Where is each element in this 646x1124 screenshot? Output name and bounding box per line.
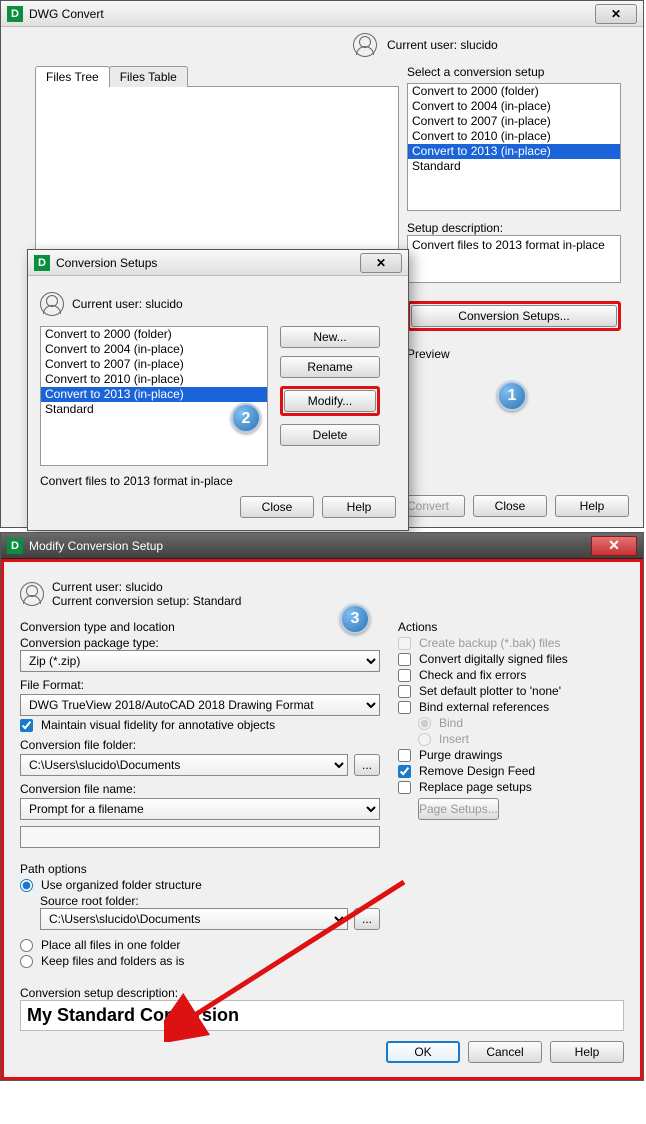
list-item[interactable]: Convert to 2000 (folder) bbox=[408, 84, 620, 99]
user-icon bbox=[40, 292, 64, 316]
close-window-button[interactable]: ✕ bbox=[595, 4, 637, 24]
path-options-heading: Path options bbox=[20, 862, 380, 876]
browse-folder-button[interactable]: ... bbox=[354, 754, 380, 776]
conversion-setup-listbox[interactable]: Convert to 2000 (folder) Convert to 2004… bbox=[407, 83, 621, 211]
create-backup-checkbox: Create backup (*.bak) files bbox=[398, 636, 624, 650]
replace-ps-checkbox[interactable]: Replace page setups bbox=[398, 780, 624, 794]
pkg-type-select[interactable]: Zip (*.zip) bbox=[20, 650, 380, 672]
user-icon bbox=[20, 582, 44, 606]
file-format-select[interactable]: DWG TrueView 2018/AutoCAD 2018 Drawing F… bbox=[20, 694, 380, 716]
modify-button[interactable]: Modify... bbox=[284, 390, 376, 412]
callout-2: 2 bbox=[231, 403, 261, 433]
src-root-select[interactable]: C:\Users\slucido\Documents bbox=[40, 908, 348, 930]
use-organized-radio[interactable]: Use organized folder structure bbox=[20, 878, 380, 892]
pkg-type-label: Conversion package type: bbox=[20, 636, 380, 650]
browse-src-button[interactable]: ... bbox=[354, 908, 380, 930]
conv-setups-titlebar: D Conversion Setups ✕ bbox=[28, 250, 408, 276]
conv-folder-select[interactable]: C:\Users\slucido\Documents bbox=[20, 754, 348, 776]
close-window-button[interactable]: ✕ bbox=[591, 536, 637, 556]
close-window-button[interactable]: ✕ bbox=[360, 253, 402, 273]
ok-button[interactable]: OK bbox=[386, 1041, 460, 1063]
window-title: Modify Conversion Setup bbox=[29, 539, 591, 553]
current-user-label: Current user: slucido bbox=[387, 38, 498, 52]
remove-feed-checkbox[interactable]: Remove Design Feed bbox=[398, 764, 624, 778]
user-icon bbox=[353, 33, 377, 57]
conversion-setups-button[interactable]: Conversion Setups... bbox=[411, 305, 617, 327]
conv-name-select[interactable]: Prompt for a filename bbox=[20, 798, 380, 820]
modify-titlebar: D Modify Conversion Setup ✕ bbox=[1, 533, 643, 559]
keep-asis-radio[interactable]: Keep files and folders as is bbox=[20, 954, 380, 968]
type-location-heading: Conversion type and location bbox=[20, 620, 380, 634]
dwg-convert-titlebar: D DWG Convert ✕ bbox=[1, 1, 643, 27]
current-user-label: Current user: slucido bbox=[72, 297, 183, 311]
setups-listbox[interactable]: Convert to 2000 (folder) Convert to 2004… bbox=[40, 326, 268, 466]
list-item-selected[interactable]: Convert to 2013 (in-place) bbox=[41, 387, 267, 402]
help-button[interactable]: Help bbox=[550, 1041, 624, 1063]
list-item[interactable]: Convert to 2004 (in-place) bbox=[41, 342, 267, 357]
tab-files-tree[interactable]: Files Tree bbox=[35, 66, 110, 87]
file-format-label: File Format: bbox=[20, 678, 380, 692]
app-icon: D bbox=[7, 6, 23, 22]
list-item[interactable]: Convert to 2010 (in-place) bbox=[408, 129, 620, 144]
setup-desc-label: Setup description: bbox=[407, 221, 621, 235]
insert-radio: Insert bbox=[418, 732, 624, 746]
place-one-radio[interactable]: Place all files in one folder bbox=[20, 938, 380, 952]
window-title: Conversion Setups bbox=[56, 256, 360, 270]
list-item[interactable]: Convert to 2010 (in-place) bbox=[41, 372, 267, 387]
app-icon: D bbox=[34, 255, 50, 271]
rename-button[interactable]: Rename bbox=[280, 356, 380, 378]
list-item-selected[interactable]: Convert to 2013 (in-place) bbox=[408, 144, 620, 159]
tab-files-table[interactable]: Files Table bbox=[109, 66, 188, 87]
cancel-button[interactable]: Cancel bbox=[468, 1041, 542, 1063]
convert-signed-checkbox[interactable]: Convert digitally signed files bbox=[398, 652, 624, 666]
callout-1: 1 bbox=[497, 381, 527, 411]
src-root-label: Source root folder: bbox=[40, 894, 380, 908]
help-button[interactable]: Help bbox=[555, 495, 629, 517]
close-button[interactable]: Close bbox=[240, 496, 314, 518]
callout-3: 3 bbox=[340, 604, 370, 634]
conv-name-input[interactable] bbox=[20, 826, 380, 848]
window-title: DWG Convert bbox=[29, 7, 595, 21]
conv-name-label: Conversion file name: bbox=[20, 782, 380, 796]
purge-checkbox[interactable]: Purge drawings bbox=[398, 748, 624, 762]
conv-folder-label: Conversion file folder: bbox=[20, 738, 380, 752]
maintain-fidelity-checkbox[interactable]: Maintain visual fidelity for annotative … bbox=[20, 718, 380, 732]
desc-label: Conversion setup description: bbox=[20, 986, 624, 1000]
set-plotter-checkbox[interactable]: Set default plotter to 'none' bbox=[398, 684, 624, 698]
current-setup-label: Current conversion setup: Standard bbox=[52, 594, 241, 608]
setup-desc-text: Convert files to 2013 format in-place bbox=[407, 235, 621, 283]
desc-input[interactable]: My Standard Conversion bbox=[20, 1000, 624, 1031]
list-item[interactable]: Convert to 2004 (in-place) bbox=[408, 99, 620, 114]
bind-ext-checkbox[interactable]: Bind external references bbox=[398, 700, 624, 714]
page-setups-button: Page Setups... bbox=[418, 798, 499, 820]
bind-radio: Bind bbox=[418, 716, 624, 730]
list-item[interactable]: Convert to 2007 (in-place) bbox=[41, 357, 267, 372]
list-item[interactable]: Convert to 2007 (in-place) bbox=[408, 114, 620, 129]
close-button[interactable]: Close bbox=[473, 495, 547, 517]
delete-button[interactable]: Delete bbox=[280, 424, 380, 446]
list-item[interactable]: Convert to 2000 (folder) bbox=[41, 327, 267, 342]
preview-label: Preview bbox=[407, 347, 621, 361]
list-item[interactable]: Standard bbox=[408, 159, 620, 174]
app-icon: D bbox=[7, 538, 23, 554]
help-button[interactable]: Help bbox=[322, 496, 396, 518]
check-fix-checkbox[interactable]: Check and fix errors bbox=[398, 668, 624, 682]
current-user-label: Current user: slucido bbox=[52, 580, 241, 594]
setup-desc-text: Convert files to 2013 format in-place bbox=[40, 474, 396, 488]
select-setup-label: Select a conversion setup bbox=[407, 65, 621, 79]
new-button[interactable]: New... bbox=[280, 326, 380, 348]
actions-heading: Actions bbox=[398, 620, 624, 634]
